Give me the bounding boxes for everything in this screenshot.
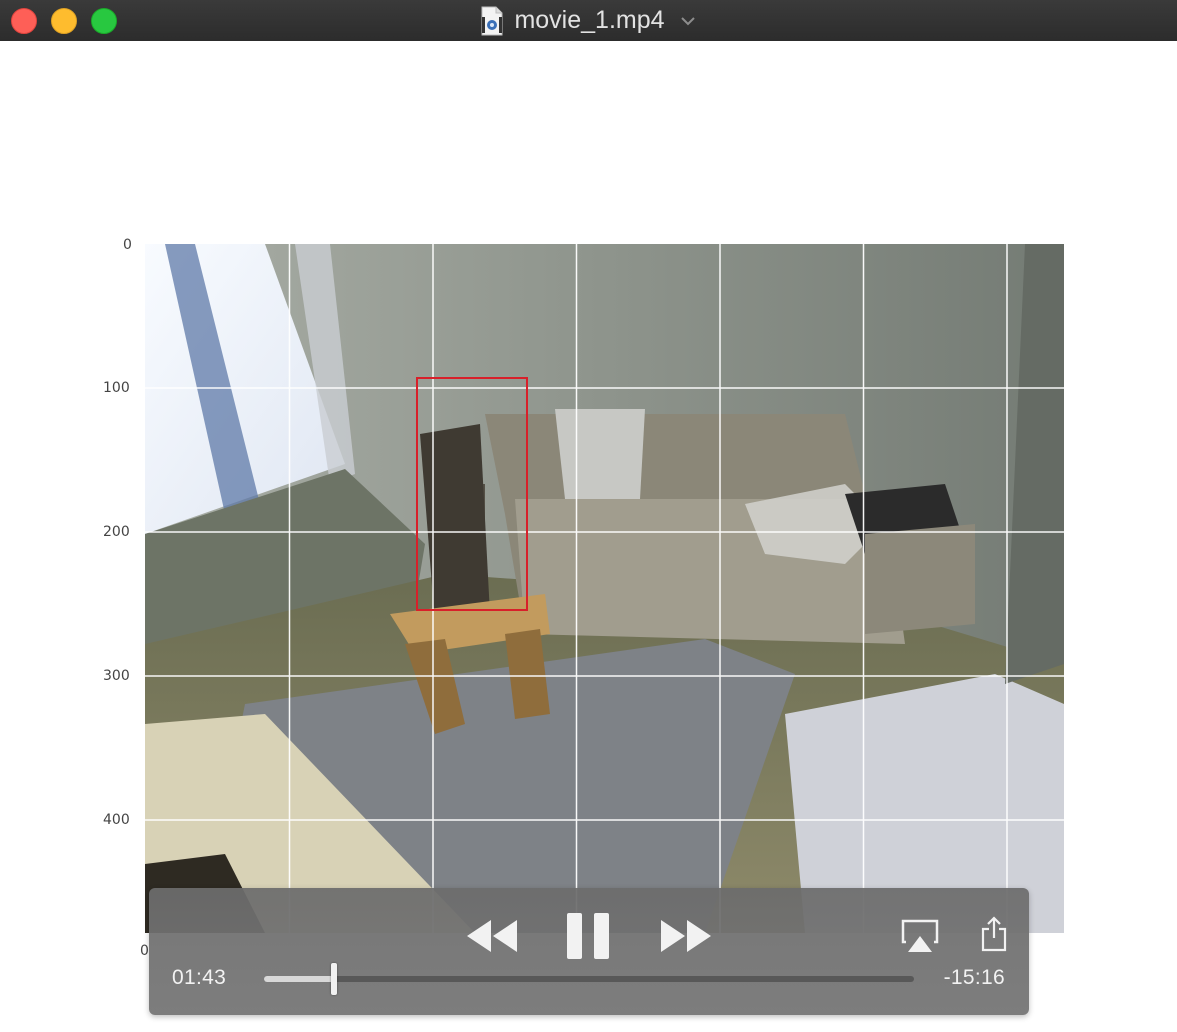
y-tick-label: 200 — [103, 524, 130, 540]
progress-fill — [264, 976, 334, 982]
y-tick-label: 400 — [103, 812, 130, 828]
window-titlebar: movie_1.mp4 — [0, 0, 1177, 42]
rewind-icon[interactable] — [465, 918, 519, 954]
x-tick-label: 0 — [140, 943, 149, 959]
window-title: movie_1.mp4 — [514, 6, 665, 34]
y-tick-label: 300 — [103, 668, 130, 684]
fast-forward-icon[interactable] — [659, 918, 713, 954]
airplay-icon[interactable] — [900, 918, 940, 956]
playback-controls: 01:43 -15:16 — [149, 888, 1029, 1015]
progress-scrubber[interactable] — [264, 963, 914, 995]
elapsed-time: 01:43 — [172, 966, 227, 989]
window-title-area[interactable]: movie_1.mp4 — [0, 0, 1177, 41]
pause-icon[interactable] — [565, 912, 613, 960]
share-icon[interactable] — [979, 916, 1009, 952]
y-tick-label: 100 — [103, 380, 130, 396]
chevron-down-icon[interactable] — [679, 15, 697, 27]
scrubber-handle[interactable] — [330, 963, 337, 995]
movie-file-icon — [481, 6, 503, 35]
remaining-time: -15:16 — [943, 966, 1005, 989]
room-scene-image — [145, 244, 1064, 933]
video-frame[interactable] — [145, 244, 1064, 933]
y-tick-label: 0 — [123, 237, 132, 253]
